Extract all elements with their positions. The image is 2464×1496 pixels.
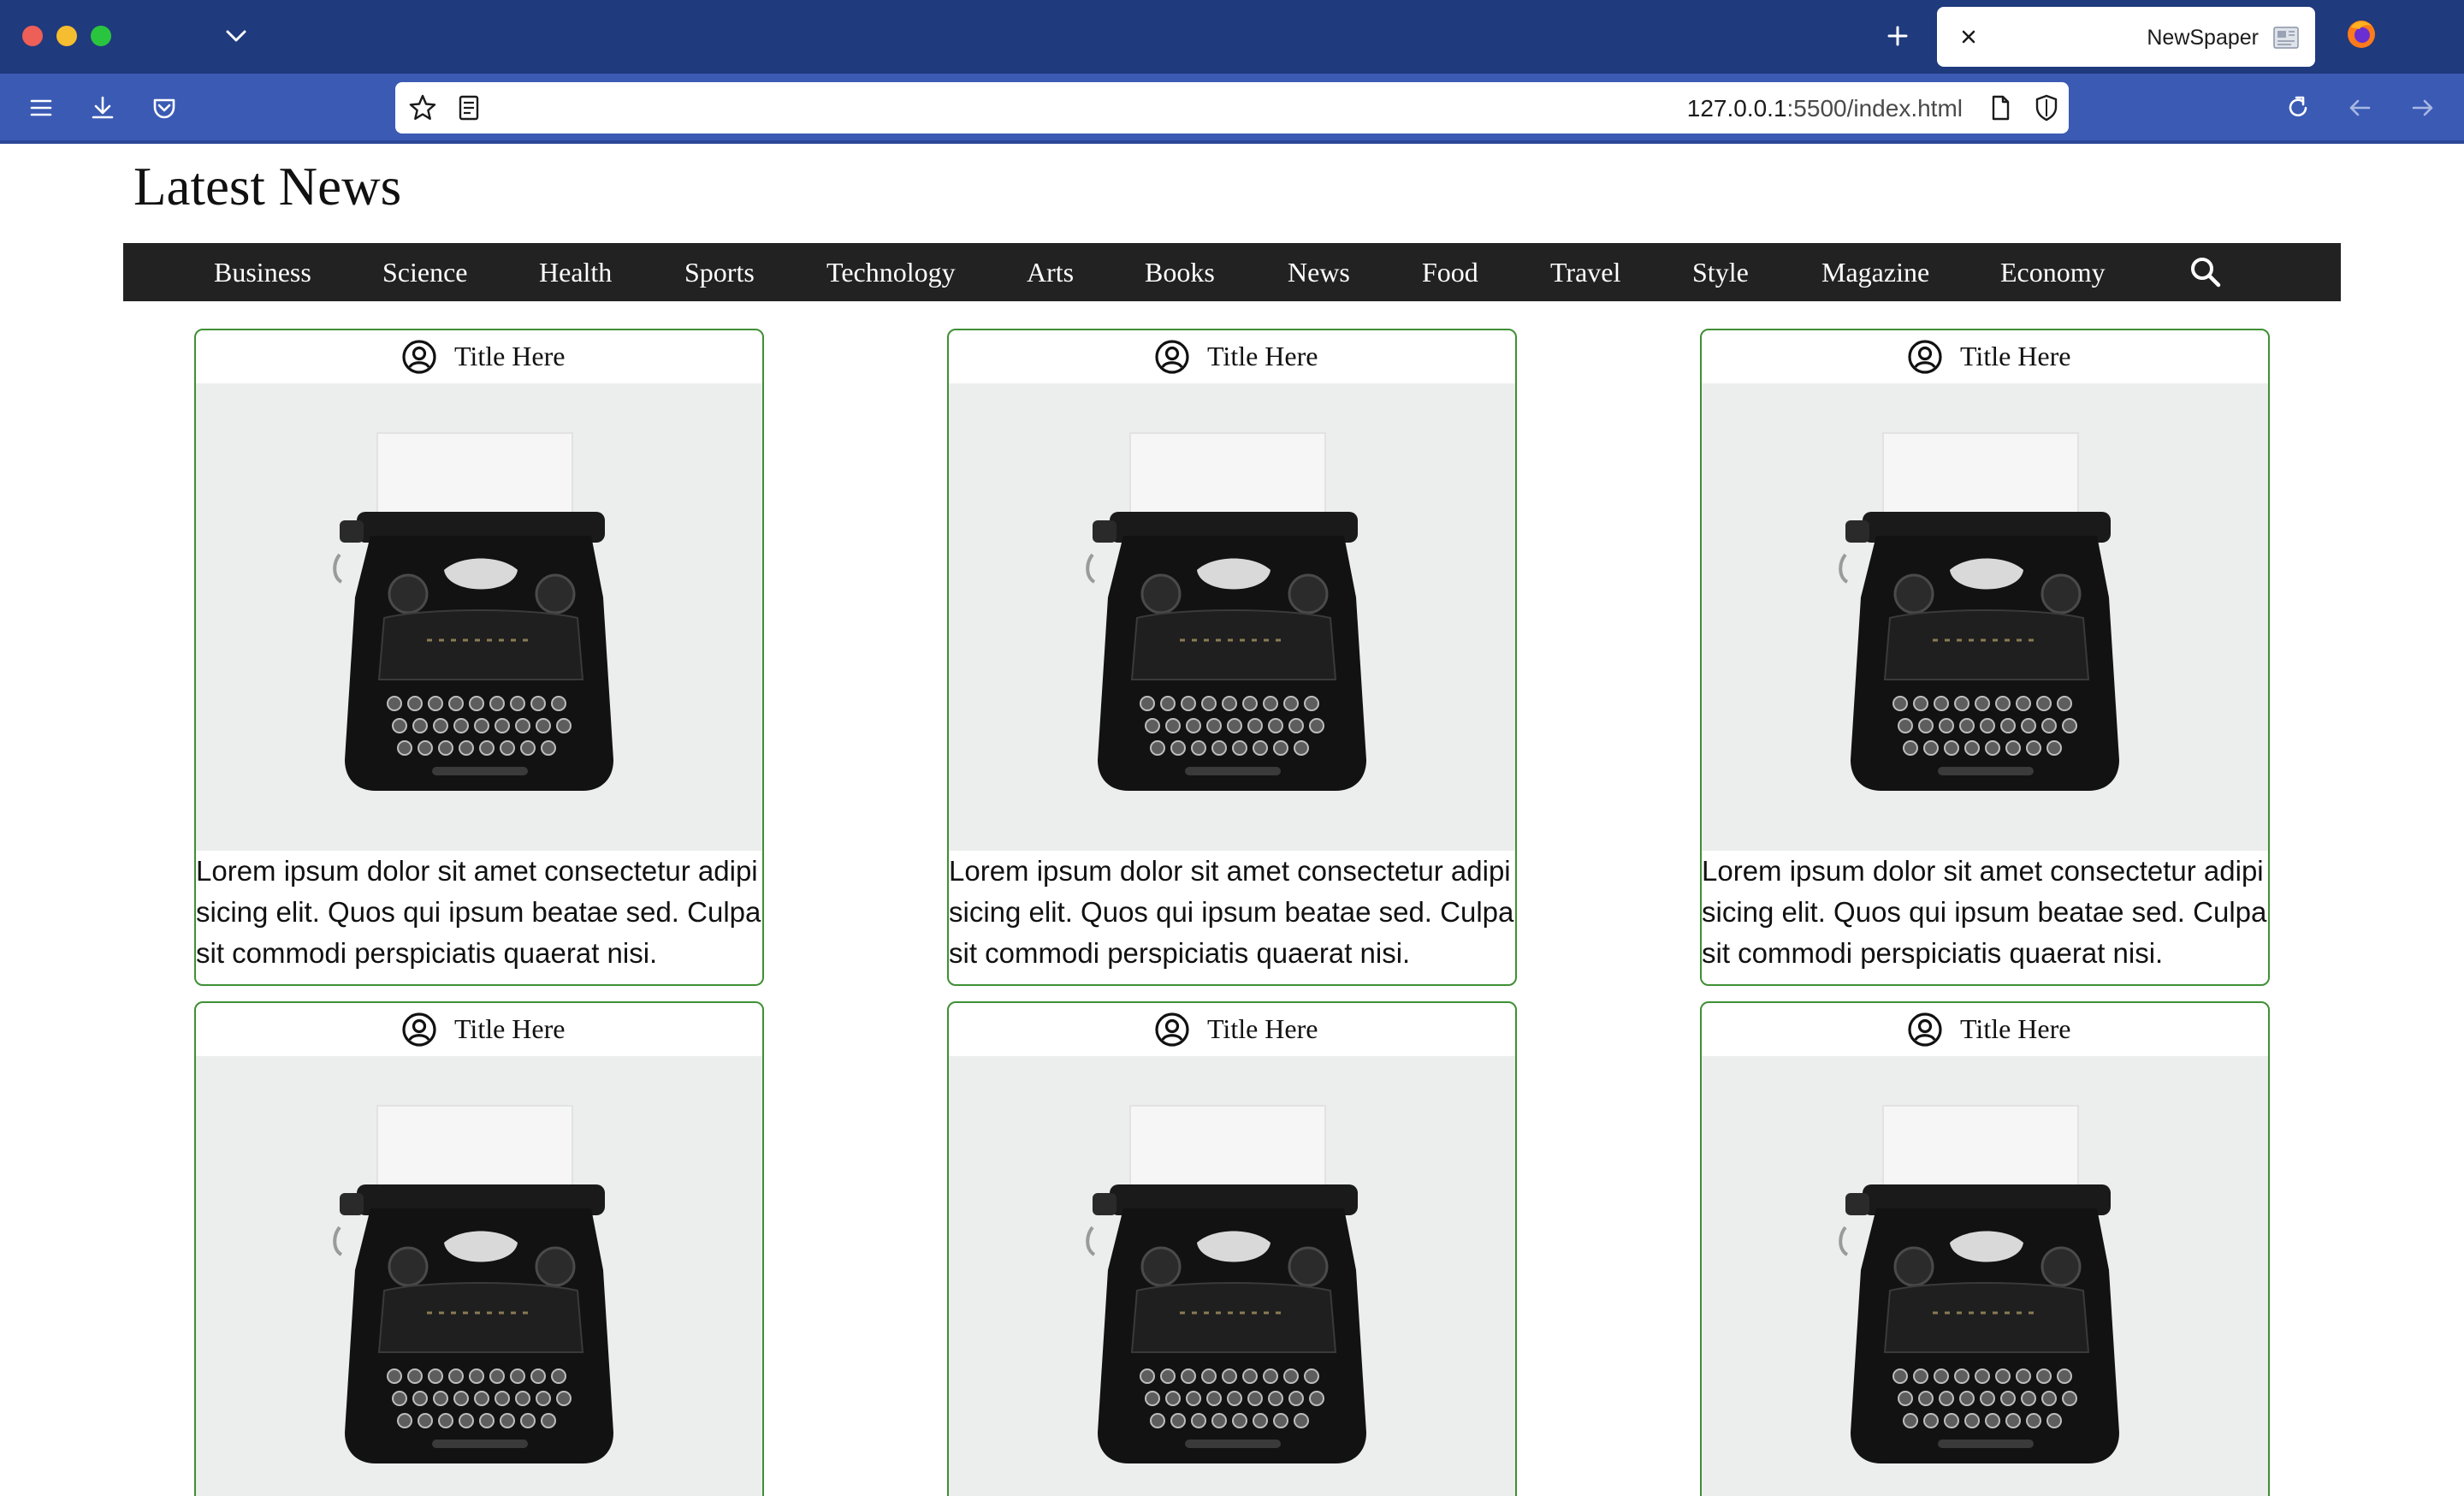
card-header: Title Here (196, 1003, 762, 1054)
back-icon[interactable] (2343, 91, 2377, 125)
card-title: Title Here (454, 1013, 566, 1044)
typewriter-image (1702, 383, 2268, 851)
news-card[interactable]: Title Here (1700, 1001, 2270, 1496)
card-text: Lorem ipsum dolor sit amet consectetur a… (1702, 855, 2267, 969)
user-circle-icon (401, 339, 437, 375)
browser-titlebar: NewSpaper (0, 0, 2464, 74)
shield-icon[interactable] (2031, 92, 2062, 123)
nav-item-news[interactable]: News (1288, 257, 1350, 288)
nav-item-arts[interactable]: Arts (1027, 257, 1074, 288)
card-header: Title Here (1702, 330, 2268, 382)
typewriter-image (1702, 1056, 2268, 1496)
nav-item-health[interactable]: Health (539, 257, 612, 288)
user-circle-icon (1154, 1012, 1190, 1048)
url-host: 127.0.0.1 (1686, 95, 1787, 122)
nav-item-business[interactable]: Business (214, 257, 311, 288)
reload-icon[interactable] (2281, 91, 2315, 125)
tab-list-icon[interactable] (221, 19, 252, 53)
card-header: Title Here (949, 1003, 1515, 1054)
toolbar-divider (0, 140, 2464, 144)
url-bar[interactable]: 127.0.0.1:5500/index.html (395, 82, 2069, 134)
card-title: Title Here (1960, 1013, 2071, 1044)
card-header: Title Here (196, 330, 762, 382)
nav-item-sports[interactable]: Sports (684, 257, 755, 288)
news-card[interactable]: Title Here (947, 1001, 1517, 1496)
bookmark-star-icon[interactable] (407, 92, 438, 123)
typewriter-image (196, 383, 762, 851)
news-card[interactable]: Title Here (194, 1001, 764, 1496)
page-icon[interactable] (1985, 92, 2016, 123)
category-navbar: Business Science Health Sports Technolog… (123, 243, 2341, 301)
user-circle-icon (1154, 339, 1190, 375)
news-card[interactable]: Title Here Lorem ipsum dolor sit amet co… (194, 329, 764, 986)
card-title: Title Here (454, 341, 566, 371)
card-title: Title Here (1207, 341, 1318, 371)
new-tab-icon[interactable] (1882, 19, 1913, 53)
window-close-button[interactable] (22, 26, 43, 46)
page-title: Latest News (133, 157, 402, 217)
close-icon[interactable] (1956, 24, 1981, 50)
newspaper-favicon-icon (2271, 22, 2301, 53)
news-card[interactable]: Title Here Lorem ipsum dolor sit amet co… (1700, 329, 2270, 986)
news-card[interactable]: Title Here Lorem ipsum dolor sit amet co… (947, 329, 1517, 986)
url-text: 127.0.0.1:5500/index.html (1687, 95, 1963, 122)
user-circle-icon (1907, 339, 1943, 375)
typewriter-image (949, 383, 1515, 851)
search-icon[interactable] (2187, 253, 2224, 291)
nav-item-magazine[interactable]: Magazine (1821, 257, 1929, 288)
card-header: Title Here (1702, 1003, 2268, 1054)
nav-item-travel[interactable]: Travel (1550, 257, 1620, 288)
window-zoom-button[interactable] (91, 26, 111, 46)
card-text: Lorem ipsum dolor sit amet consectetur a… (949, 855, 1514, 969)
menu-icon[interactable] (24, 91, 58, 125)
reader-view-icon[interactable] (453, 92, 484, 123)
card-text: Lorem ipsum dolor sit amet consectetur a… (196, 855, 761, 969)
card-header: Title Here (949, 330, 1515, 382)
typewriter-image (196, 1056, 762, 1496)
nav-item-style[interactable]: Style (1692, 257, 1749, 288)
url-path: :5500/index.html (1786, 95, 1963, 122)
browser-tab-active[interactable]: NewSpaper (1937, 7, 2315, 67)
card-title: Title Here (1960, 341, 2071, 371)
nav-item-science[interactable]: Science (382, 257, 468, 288)
firefox-icon[interactable] (2344, 17, 2378, 51)
forward-icon[interactable] (2406, 91, 2440, 125)
download-icon[interactable] (86, 91, 120, 125)
nav-item-books[interactable]: Books (1145, 257, 1215, 288)
user-circle-icon (401, 1012, 437, 1048)
nav-item-food[interactable]: Food (1422, 257, 1478, 288)
pocket-icon[interactable] (147, 91, 181, 125)
tab-title: NewSpaper (2147, 26, 2259, 50)
nav-item-technology[interactable]: Technology (826, 257, 956, 288)
card-title: Title Here (1207, 1013, 1318, 1044)
window-minimize-button[interactable] (56, 26, 77, 46)
browser-toolbar: 127.0.0.1:5500/index.html (0, 74, 2464, 142)
typewriter-image (949, 1056, 1515, 1496)
user-circle-icon (1907, 1012, 1943, 1048)
nav-item-economy[interactable]: Economy (2000, 257, 2106, 288)
